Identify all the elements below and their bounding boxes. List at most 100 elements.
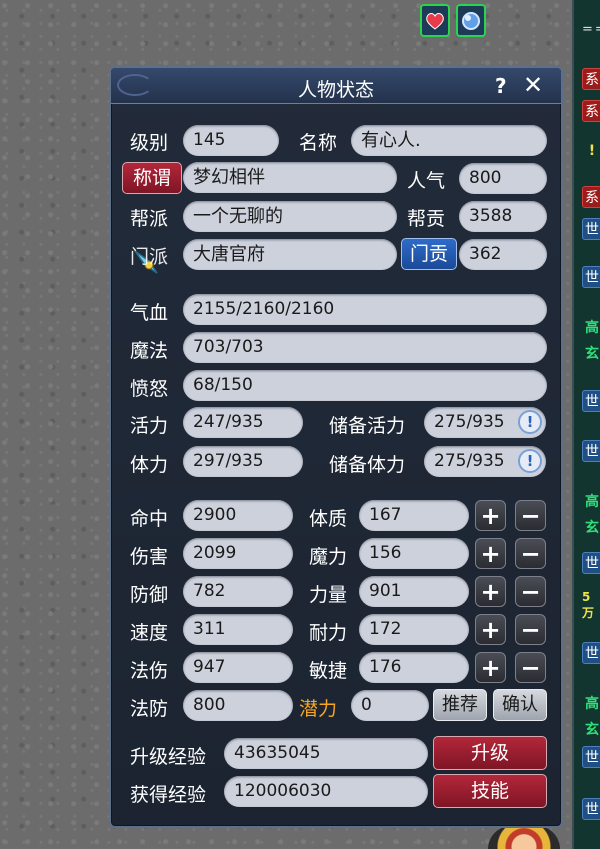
character-avatar[interactable] [488, 826, 560, 849]
guild-value: 一个无聊的 [183, 201, 397, 232]
agi-label: 敏捷 [309, 660, 348, 682]
skills-button[interactable]: 技能 [433, 774, 547, 808]
chat-channel-chip[interactable]: 系 [582, 68, 600, 90]
end-minus-button[interactable]: − [515, 614, 546, 645]
magic-dmg-label: 法伤 [130, 660, 169, 682]
defense-value: 782 [183, 576, 293, 607]
help-button[interactable]: ? [495, 74, 507, 98]
popularity-label: 人气 [407, 170, 446, 192]
rage-label: 愤怒 [130, 378, 169, 400]
sect-label: 门派 [130, 246, 169, 268]
confirm-button[interactable]: 确认 [493, 689, 547, 721]
window-titlebar[interactable]: 人物状态 ? ✕ [111, 68, 561, 104]
vitality-label: 活力 [130, 415, 169, 437]
chat-channel-chip[interactable]: 世 [582, 440, 600, 462]
agi-value: 176 [359, 652, 469, 683]
title-value: 梦幻相伴 [183, 162, 397, 193]
end-label: 耐力 [309, 622, 348, 644]
chat-channel-chip[interactable]: 世 [582, 552, 600, 574]
gained-exp-value: 120006030 [224, 776, 428, 807]
mp-value: 703/703 [183, 332, 547, 363]
mag-minus-button[interactable]: − [515, 538, 546, 569]
popularity-value: 800 [459, 163, 547, 194]
chat-alert: ! [588, 143, 596, 159]
window-title: 人物状态 [297, 79, 374, 101]
sect-contrib-button[interactable]: 门贡 [401, 238, 457, 270]
magic-def-label: 法防 [130, 698, 169, 720]
reserve-vitality-label: 储备活力 [329, 415, 406, 437]
potential-label: 潜力 [299, 698, 338, 720]
str-plus-button[interactable]: + [475, 576, 506, 607]
con-value: 167 [359, 500, 469, 531]
upgrade-button[interactable]: 升级 [433, 736, 547, 770]
mag-value: 156 [359, 538, 469, 569]
recommend-button[interactable]: 推荐 [433, 689, 487, 721]
damage-value: 2099 [183, 538, 293, 569]
strip-top-text: == [582, 22, 600, 37]
level-label: 级别 [130, 132, 169, 154]
chat-text: 玄 [585, 722, 599, 738]
speed-value: 311 [183, 614, 293, 645]
magic-def-value: 800 [183, 690, 293, 721]
guild-contrib-label: 帮贡 [407, 208, 446, 230]
info-icon[interactable]: ! [518, 449, 542, 473]
chat-channel-chip[interactable]: 世 [582, 266, 600, 288]
stamina-value: 297/935 [183, 446, 303, 477]
chat-text: 高 [585, 696, 599, 712]
reserve-stamina-label: 储备体力 [329, 454, 406, 476]
str-label: 力量 [309, 584, 348, 606]
name-label: 名称 [299, 132, 338, 154]
gained-exp-label: 获得经验 [130, 784, 207, 806]
info-icon[interactable]: ! [518, 410, 542, 434]
str-minus-button[interactable]: − [515, 576, 546, 607]
character-status-window: 人物状态 ? ✕ 级别 145 名称 有心人. 称谓 梦幻相伴 人气 800 帮… [109, 66, 563, 828]
agi-plus-button[interactable]: + [475, 652, 506, 683]
agi-minus-button[interactable]: − [515, 652, 546, 683]
heart-item-icon[interactable] [420, 4, 450, 37]
chat-channel-chip[interactable]: 世 [582, 642, 600, 664]
hit-label: 命中 [130, 508, 169, 530]
guild-label: 帮派 [130, 208, 169, 230]
close-button[interactable]: ✕ [523, 71, 543, 99]
con-plus-button[interactable]: + [475, 500, 506, 531]
chat-text: 玄 [585, 520, 599, 536]
chat-channel-chip[interactable]: 世 [582, 798, 600, 820]
speed-label: 速度 [130, 622, 169, 644]
chat-text: 5万 [582, 589, 595, 620]
chat-text: 玄 [585, 346, 599, 362]
defense-label: 防御 [130, 584, 169, 606]
rage-value: 68/150 [183, 370, 547, 401]
str-value: 901 [359, 576, 469, 607]
con-minus-button[interactable]: − [515, 500, 546, 531]
sect-contrib-value: 362 [459, 239, 547, 270]
chat-channel-chip[interactable]: 世 [582, 746, 600, 768]
stamina-label: 体力 [130, 454, 169, 476]
end-plus-button[interactable]: + [475, 614, 506, 645]
guild-contrib-value: 3588 [459, 201, 547, 232]
chat-channel-chip[interactable]: 世 [582, 390, 600, 412]
chat-channel-chip[interactable]: 系 [582, 186, 600, 208]
upgrade-exp-value: 43635045 [224, 738, 428, 769]
upgrade-exp-label: 升级经验 [130, 746, 207, 768]
hp-label: 气血 [130, 302, 169, 324]
sect-value: 大唐官府 [183, 239, 397, 270]
chat-strip: == 系 系 ! 系 世 世 高 玄 世 世 高 玄 世 5万 世 高 玄 世 … [572, 0, 600, 849]
name-value: 有心人. [351, 125, 547, 156]
level-value: 145 [183, 125, 279, 156]
orb-item-icon[interactable] [456, 4, 486, 37]
mag-plus-button[interactable]: + [475, 538, 506, 569]
chat-channel-chip[interactable]: 系 [582, 100, 600, 122]
title-button[interactable]: 称谓 [122, 162, 182, 194]
magic-dmg-value: 947 [183, 652, 293, 683]
chat-channel-chip[interactable]: 世 [582, 218, 600, 240]
vitality-value: 247/935 [183, 407, 303, 438]
potential-value: 0 [351, 690, 429, 721]
end-value: 172 [359, 614, 469, 645]
hp-value: 2155/2160/2160 [183, 294, 547, 325]
hit-value: 2900 [183, 500, 293, 531]
chat-text: 高 [585, 320, 599, 336]
damage-label: 伤害 [130, 546, 169, 568]
mp-label: 魔法 [130, 340, 169, 362]
con-label: 体质 [309, 508, 348, 530]
mag-label: 魔力 [309, 546, 348, 568]
